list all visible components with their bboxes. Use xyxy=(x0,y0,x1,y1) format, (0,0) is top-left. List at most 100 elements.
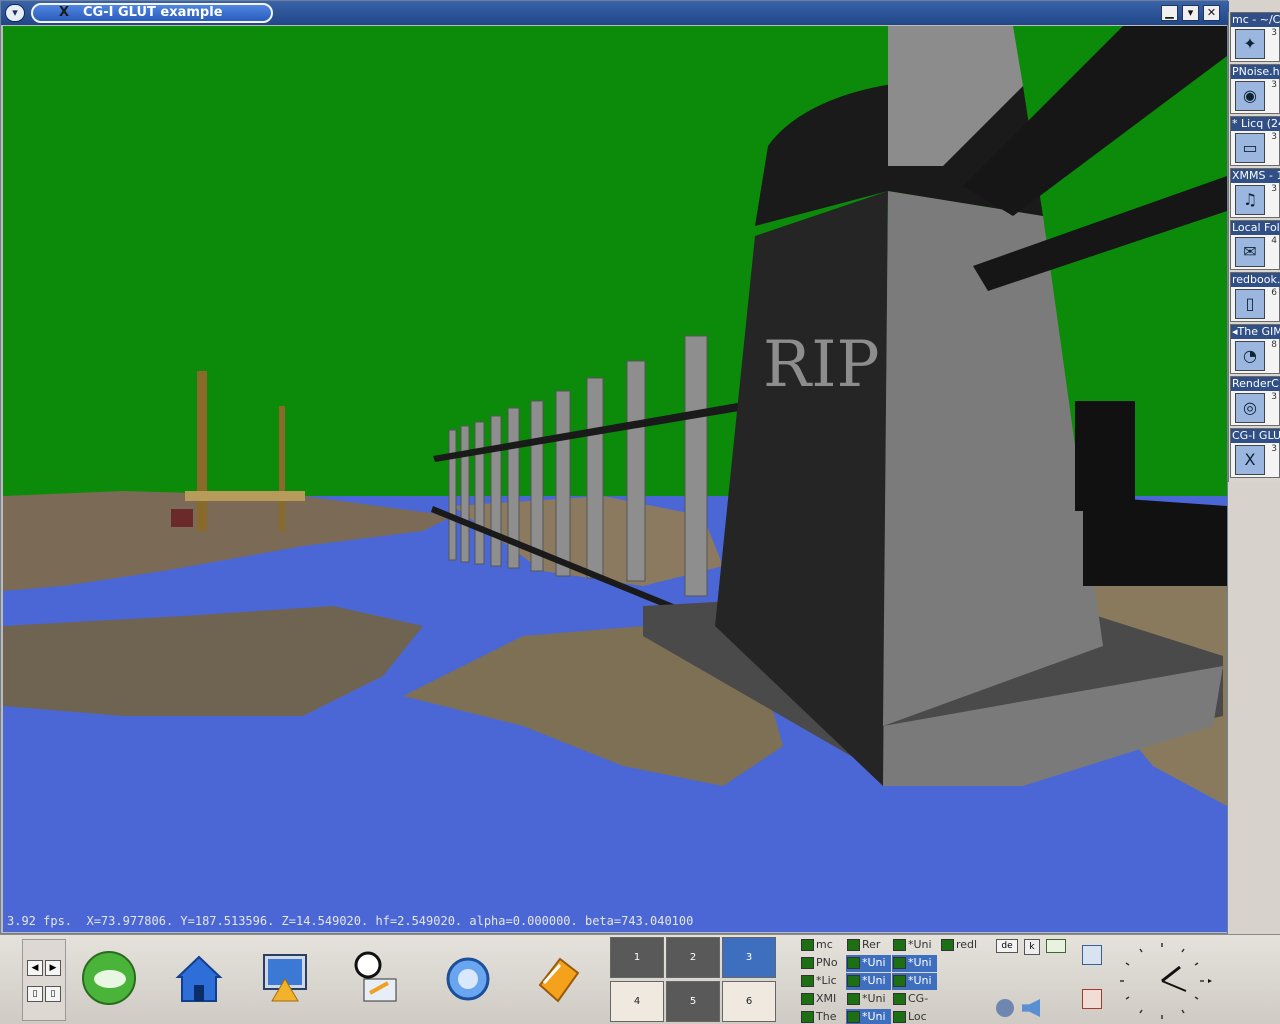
window-icon xyxy=(847,1011,860,1023)
pager-item-number: 3 xyxy=(1271,184,1277,194)
kde-panel: ◀ ▶ ▯ ▯ 1 2 3 4 5 6 mc Rer *Uni redl PNo… xyxy=(0,934,1280,1024)
suse-gecko-icon xyxy=(82,951,136,1005)
gimp-icon xyxy=(801,1011,814,1023)
pager-item-licq[interactable]: * Licq (24 ▭ 3 xyxy=(1230,116,1280,166)
taskbar: mc Rer *Uni redl PNo *Uni *Uni *Lic *Uni… xyxy=(800,935,990,1024)
stacked-docs-icon xyxy=(538,957,580,1003)
task-licq[interactable]: *Lic xyxy=(800,973,845,990)
window-menu-button[interactable]: ▾ xyxy=(5,4,25,22)
clock-minute-hand xyxy=(1161,980,1187,992)
shade-button[interactable]: ▾ xyxy=(1182,5,1199,21)
task-uni-5[interactable]: *Uni xyxy=(892,973,937,990)
pager-item-label: RenderC xyxy=(1231,377,1280,391)
pager-item-xmms[interactable]: XMMS - 1 ♫ 3 xyxy=(1230,168,1280,218)
x-app-icon: X xyxy=(59,5,70,20)
pager-item-number: 8 xyxy=(1271,340,1277,350)
system-tray: de k xyxy=(992,935,1102,1024)
drive-icon-2[interactable]: ▯ xyxy=(45,986,61,1002)
editor-icon: ◉ xyxy=(1235,81,1265,111)
help-lifesaver-icon xyxy=(354,951,397,1002)
x-app-icon xyxy=(893,993,906,1005)
lock-screen-icon[interactable] xyxy=(1082,945,1102,965)
task-redbook[interactable]: redl xyxy=(940,937,985,954)
pager-item-number: 4 xyxy=(1271,236,1277,246)
panel-mini-applets: ◀ ▶ ▯ ▯ xyxy=(22,939,66,1021)
pager-item-label: mc - ~/C( xyxy=(1231,13,1280,27)
document-icon: ▯ xyxy=(1235,289,1265,319)
control-center-launcher[interactable] xyxy=(250,945,320,1015)
pager-item-gimp[interactable]: ◂The GIM ◔ 8 xyxy=(1230,324,1280,374)
pager-item-label: redbook. xyxy=(1231,273,1280,287)
konqueror-launcher[interactable] xyxy=(432,945,502,1015)
pager-item-mc[interactable]: mc - ~/C( ✦ 3 xyxy=(1230,12,1280,62)
window-title: CG-I GLUT example xyxy=(83,5,223,20)
task-cgi[interactable]: CG- xyxy=(892,991,937,1008)
pager-item-label: * Licq (24 xyxy=(1231,117,1280,131)
title-bar[interactable]: ▾ X CG-I GLUT example ▁ ▾ ✕ xyxy=(1,1,1229,25)
speaker-icon[interactable] xyxy=(1022,999,1040,1017)
drive-icon[interactable]: ▯ xyxy=(27,986,43,1002)
home-launcher[interactable] xyxy=(164,945,234,1015)
task-xmms[interactable]: XMI xyxy=(800,991,845,1008)
logout-icon[interactable] xyxy=(1082,989,1102,1009)
kde-menu-button[interactable] xyxy=(74,945,144,1015)
desktop: ▾ X CG-I GLUT example ▁ ▾ ✕ RIP 3.92 fps… xyxy=(0,0,1280,1024)
computer-icon xyxy=(801,975,814,987)
pager-item-label: CG-I GLU xyxy=(1231,429,1280,443)
pager-item-label: XMMS - 1 xyxy=(1231,169,1280,183)
pager-item-number: 3 xyxy=(1271,392,1277,402)
window-icon xyxy=(893,939,906,951)
window-icon xyxy=(893,975,906,987)
pager-item-local-folders[interactable]: Local Fol ✉ 4 xyxy=(1230,220,1280,270)
window-icon xyxy=(893,957,906,969)
close-button[interactable]: ✕ xyxy=(1203,5,1220,21)
pager-item-label: ◂The GIM xyxy=(1231,325,1280,339)
task-uni-1[interactable]: *Uni xyxy=(892,937,937,954)
glut-window: ▾ X CG-I GLUT example ▁ ▾ ✕ RIP 3.92 fps… xyxy=(0,0,1229,934)
mail-icon xyxy=(893,1011,906,1023)
left-arrow-icon[interactable]: ◀ xyxy=(27,960,43,976)
window-title-pill[interactable]: X CG-I GLUT example xyxy=(31,3,273,23)
task-uni-4[interactable]: *Uni xyxy=(846,973,891,990)
task-gimp[interactable]: The xyxy=(800,1009,845,1024)
office-launcher[interactable] xyxy=(522,945,592,1015)
desktop-3[interactable]: 3 xyxy=(722,937,776,978)
computer-icon: ▭ xyxy=(1235,133,1265,163)
task-mc[interactable]: mc xyxy=(800,937,845,954)
task-uni-2[interactable]: *Uni xyxy=(846,955,891,972)
engraving-text: RIP xyxy=(763,328,880,402)
analog-clock[interactable] xyxy=(1110,939,1214,1023)
task-local[interactable]: Loc xyxy=(892,1009,937,1024)
desktop-4[interactable]: 4 xyxy=(610,981,664,1022)
right-arrow-icon[interactable]: ▶ xyxy=(45,960,61,976)
mail-icon: ✉ xyxy=(1235,237,1265,267)
desktop-2[interactable]: 2 xyxy=(666,937,720,978)
desktop-6[interactable]: 6 xyxy=(722,981,776,1022)
pager-item-pnoise[interactable]: PNoise.h: ◉ 3 xyxy=(1230,64,1280,114)
task-uni-3[interactable]: *Uni xyxy=(892,955,937,972)
minimize-button[interactable]: ▁ xyxy=(1161,5,1178,21)
task-uni-6[interactable]: *Uni xyxy=(846,991,891,1008)
document-icon xyxy=(941,939,954,951)
network-card-icon[interactable] xyxy=(1046,939,1066,953)
editor-icon xyxy=(801,957,814,969)
pager-item-number: 3 xyxy=(1271,444,1277,454)
klipper-icon[interactable]: k xyxy=(1024,939,1040,955)
clock-hour-hand xyxy=(1161,965,1181,983)
desktop-5[interactable]: 5 xyxy=(666,981,720,1022)
pager-item-redbook[interactable]: redbook. ▯ 6 xyxy=(1230,272,1280,322)
keyboard-layout-flag[interactable]: de xyxy=(996,939,1018,953)
pager-item-cgi-glut[interactable]: CG-I GLU X 3 xyxy=(1230,428,1280,478)
pager-item-label: PNoise.h: xyxy=(1231,65,1280,79)
task-render[interactable]: Rer xyxy=(846,937,891,954)
task-uni-7[interactable]: *Uni xyxy=(846,1009,891,1024)
lifebuoy-icon: ◎ xyxy=(1235,393,1265,423)
pager-item-number: 3 xyxy=(1271,132,1277,142)
opengl-viewport[interactable]: RIP 3.92 fps. X=73.977806. Y=187.513596.… xyxy=(3,26,1227,932)
user-icon[interactable] xyxy=(996,999,1014,1017)
pager-item-renderc[interactable]: RenderC ◎ 3 xyxy=(1230,376,1280,426)
gimp-icon: ◔ xyxy=(1235,341,1265,371)
desktop-1[interactable]: 1 xyxy=(610,937,664,978)
task-pnoise[interactable]: PNo xyxy=(800,955,845,972)
help-launcher[interactable] xyxy=(340,945,410,1015)
